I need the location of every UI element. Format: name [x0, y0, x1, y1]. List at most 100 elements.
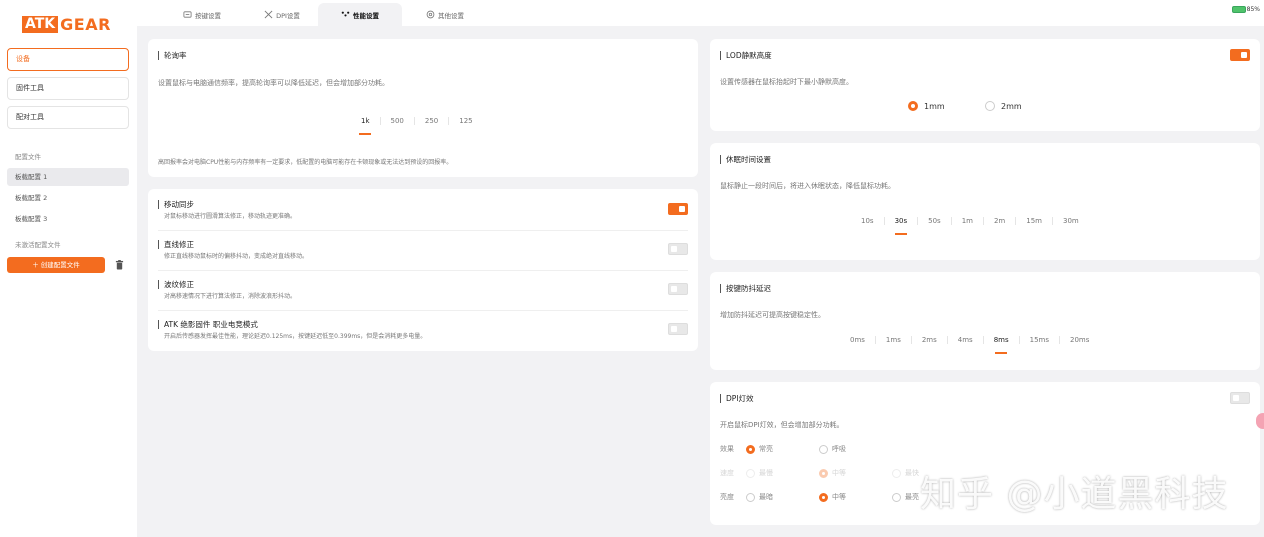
polling-rate-selector: 1k 500 250 125 [351, 117, 483, 135]
sleep-option[interactable]: 30m [1053, 217, 1089, 225]
polling-rate-card: 轮询率 设置鼠标与电脑通信频率，提高轮询率可以降低延迟，但会增加部分功耗。 1k… [148, 39, 698, 177]
radio-unselected-icon [746, 468, 755, 478]
sleep-option[interactable]: 30s [885, 217, 919, 235]
debounce-option[interactable]: 1ms [876, 336, 912, 344]
tab-label: 按键设置 [195, 11, 221, 20]
dpi-light-row: 效果 常亮 呼吸 [720, 444, 892, 454]
dpi-light-option-label: 中等 [832, 469, 846, 477]
lod-desc: 设置传感器在鼠标抬起时下最小静默高度。 [720, 78, 853, 86]
toggle-switch[interactable] [668, 283, 688, 295]
sidebar-item-device[interactable]: 设备 [7, 48, 129, 71]
sleep-option[interactable]: 15m [1016, 217, 1053, 225]
toggle-row-desc: 对鼠标移动进行圆滑算法修正，移动轨迹更准确。 [164, 213, 297, 220]
dpi-light-option-label: 最慢 [759, 469, 773, 477]
tab-other-settings[interactable]: 其他设置 [400, 3, 490, 26]
settings-icon [426, 10, 435, 19]
radio-unselected-icon [746, 492, 755, 502]
create-profile-button[interactable]: ＋ 创建配置文件 [7, 257, 105, 273]
profile-item-2[interactable]: 板载配置 2 [7, 189, 129, 207]
sidebar: ATK GEAR 设备 固件工具 配对工具 配置文件 板载配置 1 板载配置 2… [0, 0, 137, 537]
logo-box: ATK [22, 16, 59, 33]
debounce-desc: 增加防抖延迟可提高按键稳定性。 [720, 311, 825, 319]
toggle-switch[interactable] [668, 203, 688, 215]
debounce-selector: 0ms 1ms 2ms 4ms 8ms 15ms 20ms [840, 336, 1099, 354]
dpi-light-toggle[interactable] [1230, 392, 1250, 404]
tab-dpi-settings[interactable]: DPI设置 [237, 3, 327, 26]
row-divider [158, 230, 688, 231]
dpi-light-option[interactable]: 中等 [819, 468, 892, 478]
dpi-light-option[interactable]: 中等 [819, 492, 892, 502]
toggle-switch[interactable] [668, 243, 688, 255]
lod-option-2mm[interactable]: 2mm [985, 101, 1022, 111]
dpi-light-option[interactable]: 最暗 [746, 492, 819, 502]
toggle-row-desc: 修正直线移动鼠标时的偏移抖动，变成绝对直线移动。 [164, 253, 309, 260]
sleep-option[interactable]: 1m [952, 217, 984, 225]
toggle-row-title: ATK 绝影固件 职业电竞模式 [158, 320, 258, 329]
dpi-light-title: DPI灯效 [720, 394, 754, 403]
sidebar-item-pairing[interactable]: 配对工具 [7, 106, 129, 129]
radio-unselected-icon [819, 444, 828, 454]
debounce-option[interactable]: 0ms [840, 336, 876, 344]
toggle-row-title: 直线修正 [158, 240, 194, 249]
toggle-row-desc: 开启后传感器发挥最佳性能，理论延迟0.125ms，按键延迟低至0.399ms，但… [164, 333, 427, 340]
dpi-light-row-label: 速度 [720, 469, 734, 477]
row-divider [158, 310, 688, 311]
lod-option-1mm[interactable]: 1mm [908, 101, 945, 111]
dpi-light-option-label: 最亮 [905, 493, 919, 501]
tab-label: 其他设置 [438, 11, 464, 20]
debounce-option[interactable]: 8ms [984, 336, 1020, 354]
dpi-light-option[interactable]: 常亮 [746, 444, 819, 454]
dpi-light-row-label: 效果 [720, 445, 734, 453]
logo-text: GEAR [60, 15, 111, 34]
profile-item-3[interactable]: 板载配置 3 [7, 210, 129, 228]
inactive-profiles-label: 未激活配置文件 [15, 241, 61, 249]
dpi-light-option[interactable]: 最慢 [746, 468, 819, 478]
sleep-option[interactable]: 10s [851, 217, 885, 225]
polling-title: 轮询率 [158, 51, 187, 60]
battery-icon [1231, 6, 1246, 13]
sleep-option[interactable]: 50s [918, 217, 952, 225]
debounce-option[interactable]: 4ms [948, 336, 984, 344]
debounce-option[interactable]: 20ms [1060, 336, 1099, 344]
performance-icon [341, 11, 350, 17]
radio-selected-icon [819, 468, 828, 478]
toggle-row-title: 移动同步 [158, 200, 194, 209]
floating-side-tab[interactable] [1256, 413, 1264, 429]
radio-selected-icon [908, 101, 918, 111]
tab-performance-settings[interactable]: 性能设置 [318, 3, 402, 26]
radio-selected-icon [819, 492, 828, 502]
debounce-title: 按键防抖延迟 [720, 284, 771, 293]
dpi-light-desc: 开启鼠标DPI灯效，但会增加部分功耗。 [720, 421, 844, 429]
trash-icon[interactable] [115, 260, 124, 270]
battery-indicator: 85% [1231, 6, 1260, 13]
motion-toggles-card: 移动同步对鼠标移动进行圆滑算法修正，移动轨迹更准确。直线修正修正直线移动鼠标时的… [148, 189, 698, 351]
watermark: 知乎 @小道黑科技 [920, 474, 1229, 515]
polling-option[interactable]: 500 [381, 117, 415, 125]
toggle-switch[interactable] [668, 323, 688, 335]
dpi-light-option[interactable]: 呼吸 [819, 444, 892, 454]
sleep-option[interactable]: 2m [984, 217, 1017, 225]
lod-title: LOD静默高度 [720, 51, 772, 60]
dpi-light-option-label: 最快 [905, 469, 919, 477]
dpi-icon [264, 10, 273, 19]
radio-unselected-icon [985, 101, 995, 111]
polling-note: 高回报率会对电脑CPU性能与内存频率有一定要求，低配置的电脑可能存在卡顿现象或无… [158, 159, 453, 166]
toggle-row-title: 波纹修正 [158, 280, 194, 289]
lod-toggle[interactable] [1230, 49, 1250, 61]
polling-option[interactable]: 1k [351, 117, 381, 135]
debounce-option[interactable]: 15ms [1020, 336, 1060, 344]
polling-option[interactable]: 125 [449, 117, 482, 125]
sleep-card: 休眠时间设置 鼠标静止一段时间后，将进入休眠状态，降低鼠标功耗。 10s 30s 5… [710, 143, 1260, 260]
sidebar-item-firmware[interactable]: 固件工具 [7, 77, 129, 100]
polling-option[interactable]: 250 [415, 117, 450, 125]
sleep-time-selector: 10s 30s 50s 1m 2m 15m 30m [851, 217, 1089, 235]
tab-label: DPI设置 [276, 11, 300, 20]
profiles-label: 配置文件 [15, 153, 41, 161]
debounce-option[interactable]: 2ms [912, 336, 948, 344]
dpi-light-option-label: 最暗 [759, 493, 773, 501]
battery-percent: 85% [1246, 6, 1260, 13]
brand-logo: ATK GEAR [22, 15, 111, 34]
sleep-title: 休眠时间设置 [720, 155, 771, 164]
tab-key-settings[interactable]: 按键设置 [157, 3, 247, 26]
profile-item-1[interactable]: 板载配置 1 [7, 168, 129, 186]
